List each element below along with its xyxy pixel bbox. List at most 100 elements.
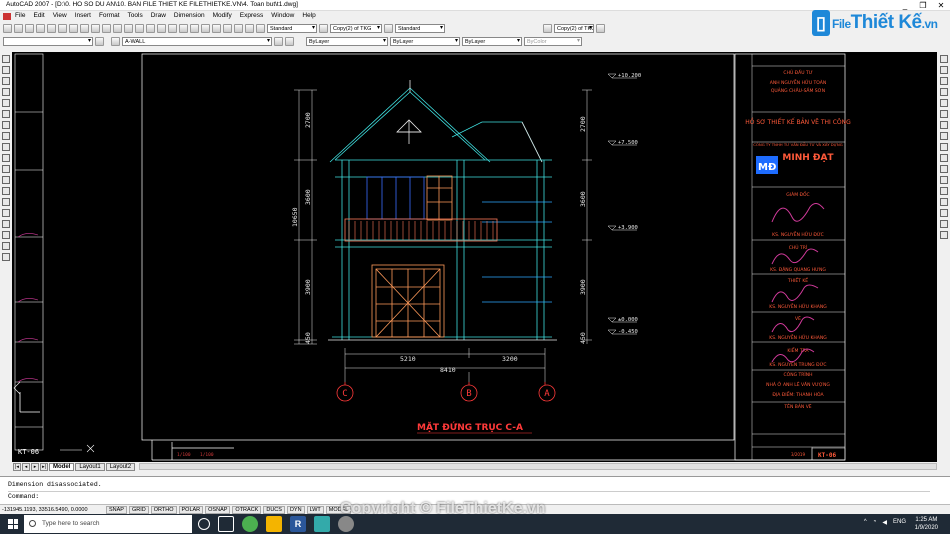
circle-icon[interactable] [2, 121, 10, 129]
explode-icon[interactable] [939, 231, 948, 239]
cut-icon[interactable] [69, 23, 78, 33]
autocad-icon[interactable] [3, 13, 11, 20]
publish-icon[interactable] [58, 23, 67, 33]
spline-icon[interactable] [2, 143, 10, 151]
workspace-select[interactable] [3, 36, 93, 46]
mirror-icon[interactable] [939, 77, 948, 85]
tool-palette-icon[interactable] [201, 23, 210, 33]
menu-view[interactable]: View [53, 12, 67, 19]
menu-file[interactable]: File [15, 12, 25, 19]
color-select[interactable]: ByLayer [306, 36, 388, 46]
join-icon[interactable] [939, 198, 948, 206]
volume-icon[interactable]: ◀ [882, 519, 887, 526]
tab-model[interactable]: Model [49, 462, 75, 471]
insert-block-icon[interactable] [2, 176, 10, 184]
lineweight-select[interactable]: ByLayer [462, 36, 522, 46]
linetype-select[interactable]: ByLayer [390, 36, 460, 46]
properties-icon[interactable] [179, 23, 188, 33]
dim-style-right-select[interactable]: Copy(2) of TKG [554, 23, 594, 33]
snap-toggle[interactable]: SNAP [106, 505, 127, 514]
workspace-settings-icon[interactable] [95, 36, 104, 46]
array-icon[interactable] [939, 99, 948, 107]
menu-insert[interactable]: Insert [75, 12, 91, 19]
paste-icon[interactable] [91, 23, 100, 33]
break-icon[interactable] [939, 187, 948, 195]
make-layer-current-icon[interactable] [274, 36, 283, 46]
point-icon[interactable] [2, 198, 10, 206]
task-view-icon[interactable] [218, 516, 234, 532]
zoom-realtime-icon[interactable] [146, 23, 155, 33]
menu-help[interactable]: Help [302, 12, 315, 19]
undo-icon[interactable] [113, 23, 122, 33]
menu-modify[interactable]: Modify [213, 12, 232, 19]
construction-line-icon[interactable] [2, 66, 10, 74]
autocad-taskbar-icon[interactable] [314, 516, 330, 532]
grid-toggle[interactable]: GRID [128, 505, 149, 514]
new-icon[interactable] [3, 23, 12, 33]
extend-icon[interactable] [939, 165, 948, 173]
tab-layout1[interactable]: Layout1 [75, 462, 105, 471]
chrome-icon[interactable] [242, 516, 258, 532]
layer-properties-icon[interactable] [111, 36, 120, 46]
revision-cloud-icon[interactable] [2, 132, 10, 140]
table-icon[interactable] [2, 242, 10, 250]
multiline-text-icon[interactable] [2, 253, 10, 261]
match-properties-icon[interactable] [102, 23, 111, 33]
dim-update-icon[interactable] [596, 23, 605, 33]
rotate-icon[interactable] [939, 121, 948, 129]
first-tab-icon[interactable]: |◂ [13, 462, 21, 471]
lwt-toggle[interactable]: LWT [306, 505, 324, 514]
plotstyle-select[interactable]: ByColor [524, 36, 582, 46]
hatch-icon[interactable] [2, 209, 10, 217]
command-prompt[interactable]: Command: [8, 493, 39, 500]
text-style-select[interactable]: Standard [267, 23, 317, 33]
menu-tools[interactable]: Tools [128, 12, 143, 19]
app-icon[interactable] [338, 516, 354, 532]
dim-style-select[interactable]: Copy(2) of TKG [330, 23, 382, 33]
menu-dimension[interactable]: Dimension [174, 12, 205, 19]
table-style-select[interactable]: Standard [395, 23, 445, 33]
osnap-toggle[interactable]: OSNAP [205, 505, 231, 514]
stretch-icon[interactable] [939, 143, 948, 151]
copy-object-icon[interactable] [939, 66, 948, 74]
pan-icon[interactable] [135, 23, 144, 33]
network-icon[interactable]: ◔ [873, 519, 877, 526]
menu-draw[interactable]: Draw [151, 12, 166, 19]
tab-layout2[interactable]: Layout2 [105, 462, 136, 471]
menu-edit[interactable]: Edit [33, 12, 44, 19]
text-style-icon[interactable] [256, 23, 265, 33]
layer-manager-icon[interactable] [543, 23, 552, 33]
erase-icon[interactable] [939, 55, 948, 63]
prev-tab-icon[interactable]: ◂ [22, 462, 30, 471]
copy-icon[interactable] [80, 23, 89, 33]
preview-icon[interactable] [47, 23, 56, 33]
layer-select[interactable]: A-WALL [122, 36, 272, 46]
system-clock[interactable]: 1:25 AM 1/9/2020 [915, 516, 938, 532]
table-style-icon[interactable] [384, 23, 393, 33]
start-icon[interactable] [8, 519, 18, 529]
break-at-point-icon[interactable] [939, 176, 948, 184]
next-tab-icon[interactable]: ▸ [31, 462, 39, 471]
fillet-icon[interactable] [939, 220, 948, 228]
ortho-toggle[interactable]: ORTHO [150, 505, 177, 514]
tray-chevron-icon[interactable]: ^ [864, 519, 867, 526]
redo-icon[interactable] [124, 23, 133, 33]
trim-icon[interactable] [939, 154, 948, 162]
polyline-icon[interactable] [2, 77, 10, 85]
gradient-icon[interactable] [2, 220, 10, 228]
ellipse-arc-icon[interactable] [2, 165, 10, 173]
dim-style-icon[interactable] [319, 23, 328, 33]
sheet-set-icon[interactable] [212, 23, 221, 33]
help-icon[interactable] [245, 23, 254, 33]
print-icon[interactable] [36, 23, 45, 33]
arc-icon[interactable] [2, 110, 10, 118]
ducs-toggle[interactable]: DUCS [263, 505, 285, 514]
zoom-previous-icon[interactable] [168, 23, 177, 33]
word-icon[interactable]: R [290, 516, 306, 532]
polar-toggle[interactable]: POLAR [178, 505, 204, 514]
region-icon[interactable] [2, 231, 10, 239]
taskbar-search[interactable]: Type here to search [24, 515, 192, 533]
offset-icon[interactable] [939, 88, 948, 96]
calculator-icon[interactable] [234, 23, 243, 33]
last-tab-icon[interactable]: ▸| [40, 462, 48, 471]
